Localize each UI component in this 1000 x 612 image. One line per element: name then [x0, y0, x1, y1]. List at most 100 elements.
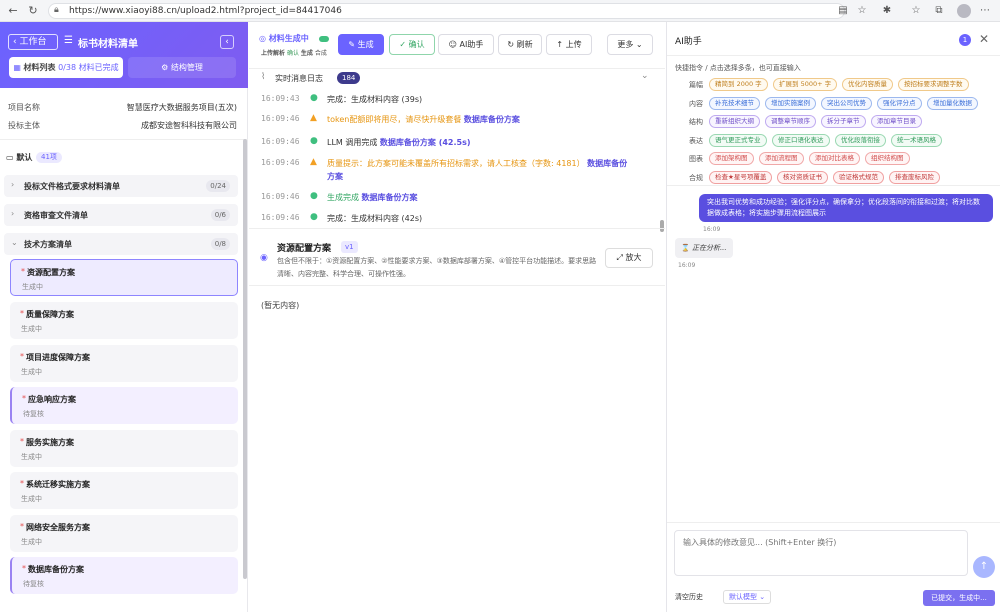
back-icon[interactable]: ←: [6, 4, 20, 18]
left-scrollbar[interactable]: [243, 139, 247, 579]
collections-icon[interactable]: ⧉: [932, 4, 946, 18]
list-item[interactable]: * 资源配置方案 生成中: [10, 259, 238, 296]
list-item[interactable]: * 质量保障方案 生成中: [10, 302, 238, 339]
section-description: 包含但不限于：①资源配置方案、②性能要求方案、③数据库部署方案、④管控平台功能描…: [277, 257, 597, 278]
quick-command-chip[interactable]: 添加对比表格: [809, 152, 860, 165]
more-icon[interactable]: ⋯: [978, 4, 992, 18]
group-technical-plan[interactable]: ⌄ 技术方案清单 0/8: [4, 233, 238, 255]
project-name-value: 智慧医疗大数据服务项目(五次): [126, 103, 237, 112]
group-format-requirements[interactable]: › 投标文件格式要求材料清单 0/24: [4, 175, 238, 197]
status-indicator: [319, 36, 329, 42]
quick-command-chip[interactable]: 重新组织大纲: [709, 115, 760, 128]
quick-category-label: 合规: [689, 173, 703, 182]
version-badge: v1: [341, 241, 358, 253]
quick-command-chip[interactable]: 突出公司优势: [821, 96, 872, 110]
group-count: 0/24: [206, 180, 230, 192]
quick-command-chip[interactable]: 添加章节目录: [871, 115, 922, 128]
quick-command-chip[interactable]: 按招标要求调整字数: [898, 78, 969, 91]
warning-icon: ▲: [310, 113, 317, 123]
clear-history-button[interactable]: 清空历史: [675, 592, 703, 602]
log-scrollbar[interactable]: [660, 220, 664, 232]
reader-icon[interactable]: ▤: [836, 4, 850, 18]
group-count: 0/6: [210, 209, 230, 221]
quick-command-hint: 快捷指令 / 点击选择多条，也可直接输入: [675, 64, 801, 72]
item-label: 质量保障方案: [26, 310, 74, 319]
zoom-button[interactable]: ⤢ 放大: [605, 248, 653, 268]
star-icon[interactable]: ☆: [855, 4, 869, 18]
refresh-button[interactable]: ↻ 刷新: [498, 34, 542, 55]
chevron-down-icon[interactable]: ⌄: [641, 71, 649, 81]
address-bar[interactable]: 🔒︎ https://www.xiaoyi88.cn/upload2.html?…: [48, 3, 845, 19]
quick-command-chip[interactable]: 增加量化数据: [927, 96, 978, 110]
quick-command-chip[interactable]: 组织结构图: [865, 152, 910, 165]
divider: [667, 55, 1000, 56]
quick-command-chip[interactable]: 补充技术细节: [709, 96, 760, 110]
message-time: 16:09: [678, 262, 696, 269]
generate-button[interactable]: ✎ 生成: [338, 34, 384, 55]
quick-command-chip[interactable]: 添加流程图: [759, 152, 804, 165]
project-name-label: 项目名称: [8, 103, 40, 112]
upload-button[interactable]: ↑ 上传: [546, 34, 592, 55]
quick-command-chip[interactable]: 检查★星号项覆盖: [709, 170, 773, 184]
quick-command-chip[interactable]: 验证格式规范: [833, 170, 884, 184]
chevron-right-icon: ›: [11, 209, 15, 218]
item-label: 资源配置方案: [27, 268, 75, 277]
list-item[interactable]: * 网络安全服务方案 生成中: [10, 515, 238, 552]
item-label: 项目进度保障方案: [26, 353, 90, 362]
quick-command-chip[interactable]: 调整章节顺序: [765, 115, 816, 128]
item-status: 生成中: [21, 538, 42, 546]
submit-button[interactable]: 已提交，生成中...: [923, 590, 995, 606]
group-label: 投标文件格式要求材料清单: [24, 182, 120, 191]
panel-title: 标书材料清单: [78, 39, 138, 50]
required-mark: *: [20, 309, 24, 318]
quick-command-chip[interactable]: 修正口语化表达: [772, 133, 830, 147]
quick-command-chip[interactable]: 优化内容质量: [842, 78, 893, 91]
quick-command-chip[interactable]: 核对资质证书: [777, 170, 828, 184]
confirm-button[interactable]: ✓ 确认: [389, 34, 435, 55]
quick-command-chip[interactable]: 扩展到 5000+ 字: [773, 78, 838, 91]
model-select[interactable]: 默认模型 ⌄: [723, 590, 772, 604]
quick-command-chip[interactable]: 添加架构图: [709, 152, 754, 165]
quick-command-chip[interactable]: 增加实施案例: [765, 96, 816, 110]
list-item[interactable]: * 项目进度保障方案 生成中: [10, 345, 238, 382]
check-circle-icon: ●: [310, 212, 318, 222]
quick-command-chip[interactable]: 精简到 2000 字: [709, 78, 768, 91]
item-status: 生成中: [21, 495, 42, 503]
default-folder[interactable]: ▭ 默认: [6, 152, 32, 163]
refresh-icon[interactable]: ↻: [26, 4, 40, 18]
favorites-icon[interactable]: ☆: [909, 4, 923, 18]
quick-command-chip[interactable]: 语气更正式专业: [709, 133, 767, 147]
list-item[interactable]: * 服务实施方案 生成中: [10, 430, 238, 467]
send-button[interactable]: ↑: [973, 556, 995, 578]
back-to-workbench-button[interactable]: ‹ 工作台: [8, 34, 58, 50]
extensions-icon[interactable]: ✱: [880, 4, 894, 18]
close-icon[interactable]: ✕: [979, 32, 989, 46]
default-count-badge: 41项: [36, 152, 62, 163]
log-row: 16:09:46 ▲ 质量提示：此方案可能未覆盖所有招标需求，请人工核查（字数:…: [261, 157, 628, 181]
tab-structure-manage[interactable]: ⚙ 结构管理: [128, 57, 236, 78]
quick-command-chip[interactable]: 强化评分点: [877, 96, 922, 110]
quick-command-chip[interactable]: 排查废标风险: [889, 170, 940, 184]
tab-material-list[interactable]: ▦ 材料列表 0/38 材料已完成: [9, 57, 123, 78]
avatar[interactable]: [957, 4, 971, 18]
ai-assistant-panel: AI助手 1 ✕ 快捷指令 / 点击选择多条，也可直接输入 突出我司优势和成功经…: [666, 22, 1000, 612]
material-list-panel: ‹ 工作台 ☰ 标书材料清单 ‹ ▦ 材料列表 0/38 材料已完成 ⚙ 结构管…: [0, 22, 248, 612]
quick-command-chip[interactable]: 统一术语风格: [891, 133, 942, 147]
feedback-input[interactable]: [674, 530, 968, 576]
collapse-panel-button[interactable]: ‹: [220, 35, 234, 49]
quick-command-chip[interactable]: 拆分子章节: [821, 115, 866, 128]
group-qualification[interactable]: › 资格审查文件清单 0/6: [4, 204, 238, 226]
quick-category-label: 篇幅: [689, 81, 703, 89]
quick-command-chip[interactable]: 优化段落衔接: [835, 133, 886, 147]
list-item[interactable]: * 数据库备份方案 待复核: [10, 557, 238, 594]
ai-assistant-button[interactable]: ☺ AI助手: [438, 34, 494, 55]
eye-icon[interactable]: ◉: [260, 253, 268, 263]
url-text[interactable]: https://www.xiaoyi88.cn/upload2.html?pro…: [69, 6, 342, 16]
section-title: 资源配置方案: [277, 244, 332, 254]
item-label: 网络安全服务方案: [26, 523, 90, 532]
group-label: 资格审查文件清单: [24, 211, 88, 220]
list-item[interactable]: * 系统迁移实施方案 生成中: [10, 472, 238, 509]
list-item[interactable]: * 应急响应方案 待复核: [10, 387, 238, 424]
more-button[interactable]: 更多 ⌄: [607, 34, 653, 55]
divider: [667, 522, 1000, 523]
